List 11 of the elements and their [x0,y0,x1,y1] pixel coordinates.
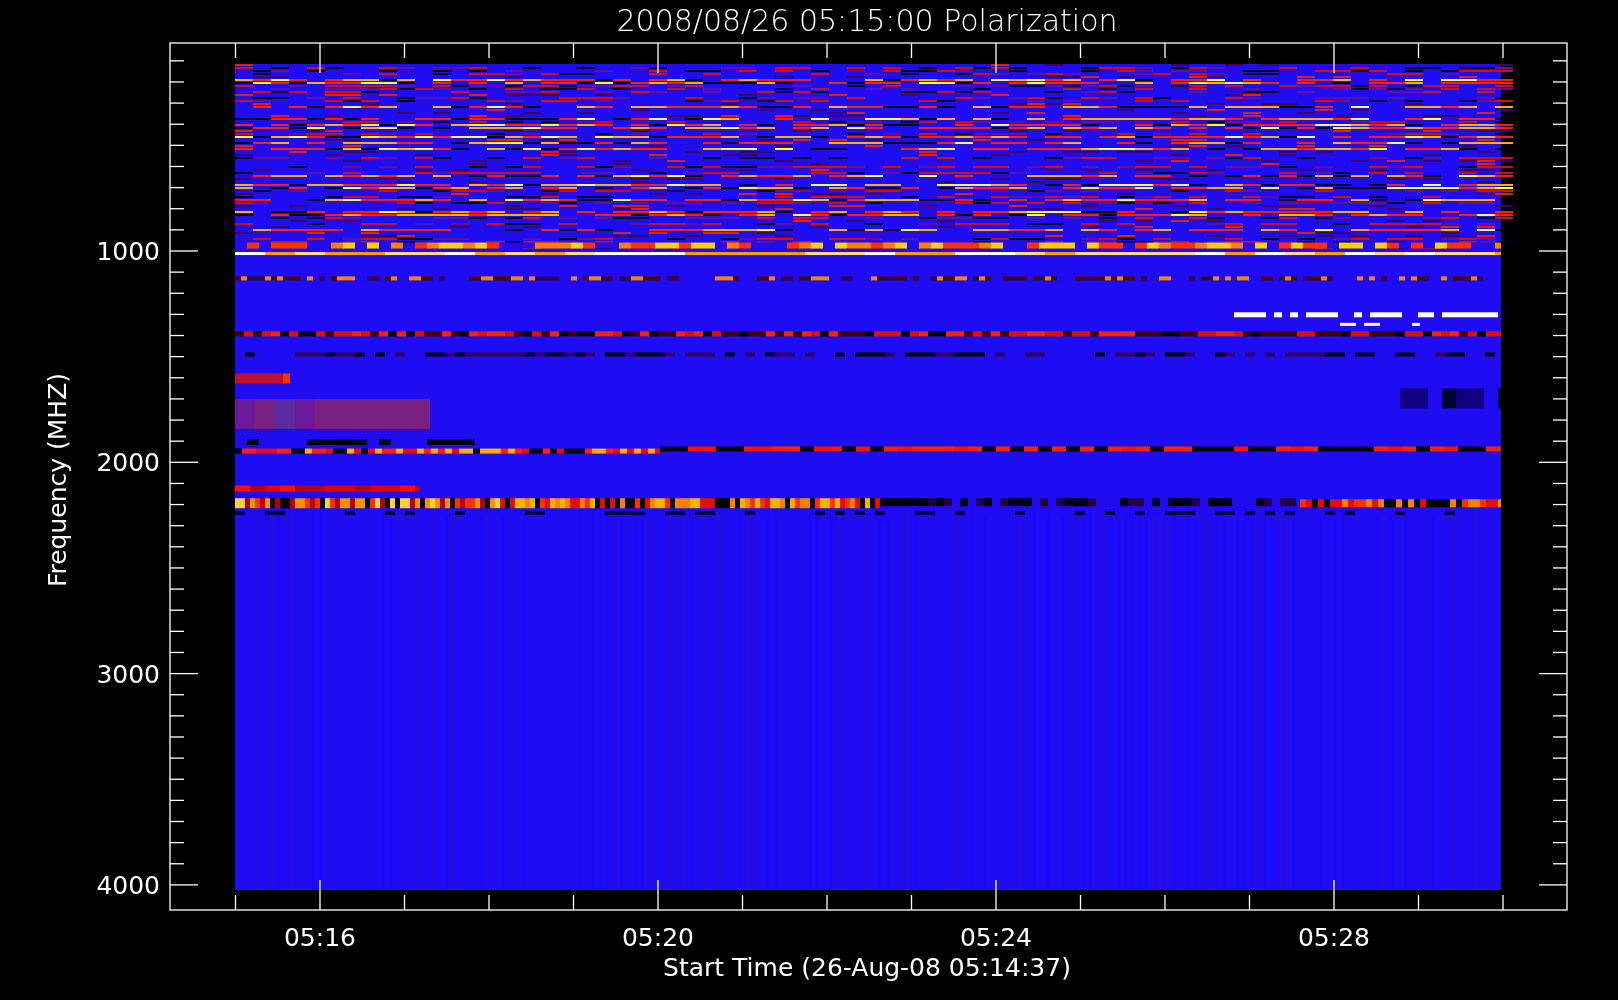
y-tick-label: 4000 [96,870,160,900]
y-tick-label: 1000 [96,237,160,266]
x-tick-label: 05:24 [960,923,1032,952]
x-tick-label: 05:16 [284,923,356,952]
chart-title: 2008/08/26 05:15:00 Polarization [616,3,1118,38]
y-tick-label: 2000 [96,448,160,478]
x-tick-label: 05:28 [1298,923,1370,952]
x-tick-label: 05:20 [622,923,694,952]
x-axis-label: Start Time (26-Aug-08 05:14:37) [663,953,1071,982]
y-tick-label: 3000 [96,659,160,689]
y-axis-label: Frequency (MHZ) [43,372,72,588]
